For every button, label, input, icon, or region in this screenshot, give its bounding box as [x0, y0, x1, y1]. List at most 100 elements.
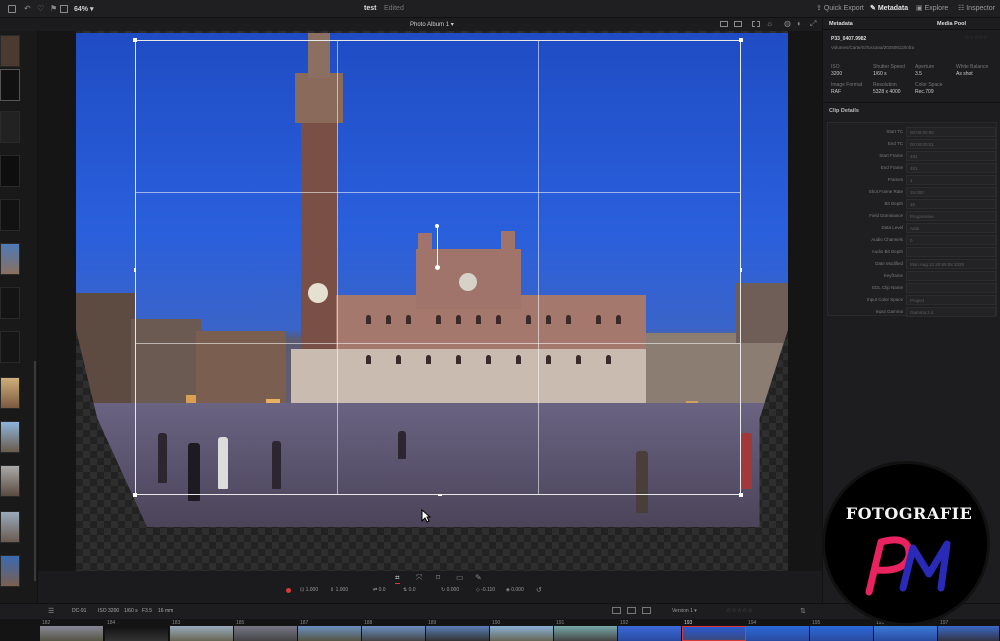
- crop-handle-right[interactable]: [740, 267, 742, 272]
- field-input[interactable]: 481: [906, 163, 996, 173]
- crop-tool-icon[interactable]: ⌗: [395, 573, 400, 584]
- split-icon[interactable]: [734, 21, 742, 27]
- filmstrip-thumb[interactable]: [0, 199, 20, 231]
- brightness-icon[interactable]: ☼: [766, 19, 773, 28]
- filmstrip-scrollbar[interactable]: [34, 361, 36, 581]
- crop-handle-top-right[interactable]: [739, 38, 743, 42]
- scope-icon[interactable]: ◐: [797, 19, 802, 28]
- field-input[interactable]: [906, 283, 996, 293]
- timeline-clip[interactable]: [170, 626, 234, 641]
- tab-media-pool[interactable]: Media Pool: [937, 21, 966, 27]
- filmstrip-thumb[interactable]: [0, 243, 20, 275]
- filmstrip-thumb[interactable]: [0, 465, 20, 497]
- filmstrip-thumb[interactable]: [0, 555, 20, 587]
- position-y-field[interactable]: ⇅ 0.0: [403, 587, 416, 593]
- field-input[interactable]: 1: [906, 175, 996, 185]
- sort-icon[interactable]: ⇅: [800, 607, 806, 615]
- field-input[interactable]: 481: [906, 151, 996, 161]
- field-input[interactable]: 16: [906, 199, 996, 209]
- zoom-y-field[interactable]: ⇕ 1.000: [330, 587, 348, 593]
- field-input[interactable]: 00:00:00:01: [906, 139, 996, 149]
- crop-handle-bottom-left[interactable]: [133, 493, 137, 497]
- filmstrip-thumb[interactable]: [0, 377, 20, 409]
- rating-stars[interactable]: ☆☆☆☆☆: [726, 607, 753, 614]
- tab-metadata[interactable]: Metadata: [829, 21, 853, 27]
- grid-icon[interactable]: [752, 21, 760, 27]
- rotation-handle[interactable]: [435, 224, 439, 228]
- crop-center-dot[interactable]: [435, 265, 440, 270]
- crop-frame[interactable]: [133, 38, 743, 497]
- crop-handle-top-left[interactable]: [133, 38, 137, 42]
- field-input[interactable]: [906, 271, 996, 281]
- layout-icon[interactable]: [720, 21, 728, 27]
- heart-icon[interactable]: ♡: [37, 4, 44, 13]
- pitch-field[interactable]: ◇ -0.110: [476, 587, 495, 593]
- timeline-clip[interactable]: [554, 626, 618, 641]
- zoom-x-field[interactable]: ⊡ 1.000: [300, 587, 318, 593]
- timeline-clip[interactable]: [938, 626, 1000, 641]
- album-dropdown[interactable]: Photo Album 1 ▾: [410, 21, 454, 28]
- timeline-clip[interactable]: [298, 626, 362, 641]
- reset-icon[interactable]: ↺: [536, 586, 542, 594]
- field-input[interactable]: Progressive: [906, 211, 996, 221]
- yaw-field[interactable]: ◈ 0.000: [506, 587, 524, 593]
- filmstrip-thumb[interactable]: [0, 111, 20, 143]
- rating-stars[interactable]: ☆☆☆☆☆: [965, 35, 987, 41]
- field-input[interactable]: 0: [906, 235, 996, 245]
- crop-handle-left[interactable]: [134, 267, 136, 272]
- explore-button[interactable]: ▣ Explore: [916, 4, 948, 12]
- filmstrip-thumb[interactable]: [0, 35, 20, 67]
- version-dropdown[interactable]: Version 1 ▾: [672, 608, 697, 614]
- timeline-clip[interactable]: [426, 626, 490, 641]
- zoom-dropdown[interactable]: 64% ▾: [74, 5, 93, 13]
- color-picker-icon[interactable]: ◍: [784, 19, 791, 28]
- record-icon[interactable]: [286, 588, 291, 593]
- filmstrip-thumb[interactable]: [0, 421, 20, 453]
- viewer-layout-icon[interactable]: [60, 5, 68, 13]
- field-input[interactable]: Gamma 2.4: [906, 307, 996, 317]
- field-row: Start Frame 481: [828, 151, 1000, 162]
- timeline-clip[interactable]: [234, 626, 298, 641]
- explore-label: Explore: [924, 5, 949, 12]
- warp-tool-icon[interactable]: ⌑: [436, 573, 440, 582]
- metadata-button[interactable]: ✎ Metadata: [870, 4, 908, 12]
- quick-export-button[interactable]: ⇪ Quick Export: [816, 4, 864, 12]
- undo-icon[interactable]: ↶: [24, 4, 31, 13]
- thumbnail-view-icon[interactable]: [612, 607, 621, 614]
- settings-icon[interactable]: ☰: [48, 607, 54, 615]
- timeline-clip[interactable]: [874, 626, 938, 641]
- transform-tool-icon[interactable]: ⤧: [416, 573, 422, 583]
- rotation-field[interactable]: ↻ 0.000: [441, 587, 459, 593]
- clone-icon[interactable]: [8, 5, 16, 13]
- field-input[interactable]: 00:00:00:00: [906, 127, 996, 137]
- image-viewer[interactable]: [38, 31, 822, 571]
- timeline-clip[interactable]: [490, 626, 554, 641]
- filmstrip-thumb[interactable]: [0, 511, 20, 543]
- timeline-clip-selected[interactable]: [682, 626, 746, 641]
- fullscreen-icon[interactable]: ⤢: [810, 19, 816, 29]
- field-input[interactable]: [906, 247, 996, 257]
- field-input[interactable]: Mon Aug 12 20:55:08 2025: [906, 259, 996, 269]
- crop-handle-bottom-right[interactable]: [739, 493, 743, 497]
- timeline-clip[interactable]: [810, 626, 874, 641]
- crop-handle-bottom[interactable]: [438, 494, 442, 496]
- timeline-clip[interactable]: [618, 626, 682, 641]
- filmstrip-thumb[interactable]: [0, 69, 20, 101]
- list-view-icon[interactable]: [627, 607, 636, 614]
- timeline-clip[interactable]: [362, 626, 426, 641]
- filmstrip-thumb[interactable]: [0, 155, 20, 187]
- timeline-clip[interactable]: [105, 626, 169, 641]
- inspector-button[interactable]: ☷ Inspector: [958, 4, 995, 12]
- timeline-clip[interactable]: [40, 626, 104, 641]
- field-input[interactable]: Auto: [906, 223, 996, 233]
- flag-icon[interactable]: ⚑: [50, 4, 57, 13]
- view-tool-icon[interactable]: ▭: [456, 573, 464, 582]
- field-input[interactable]: Project: [906, 295, 996, 305]
- position-x-field[interactable]: ⇄ 0.0: [373, 587, 386, 593]
- strip-view-icon[interactable]: [642, 607, 651, 614]
- timeline-clip[interactable]: [746, 626, 810, 641]
- field-input[interactable]: 25.000: [906, 187, 996, 197]
- filmstrip-thumb[interactable]: [0, 331, 20, 363]
- filmstrip-thumb[interactable]: [0, 287, 20, 319]
- edit-tool-icon[interactable]: ✎: [475, 573, 482, 582]
